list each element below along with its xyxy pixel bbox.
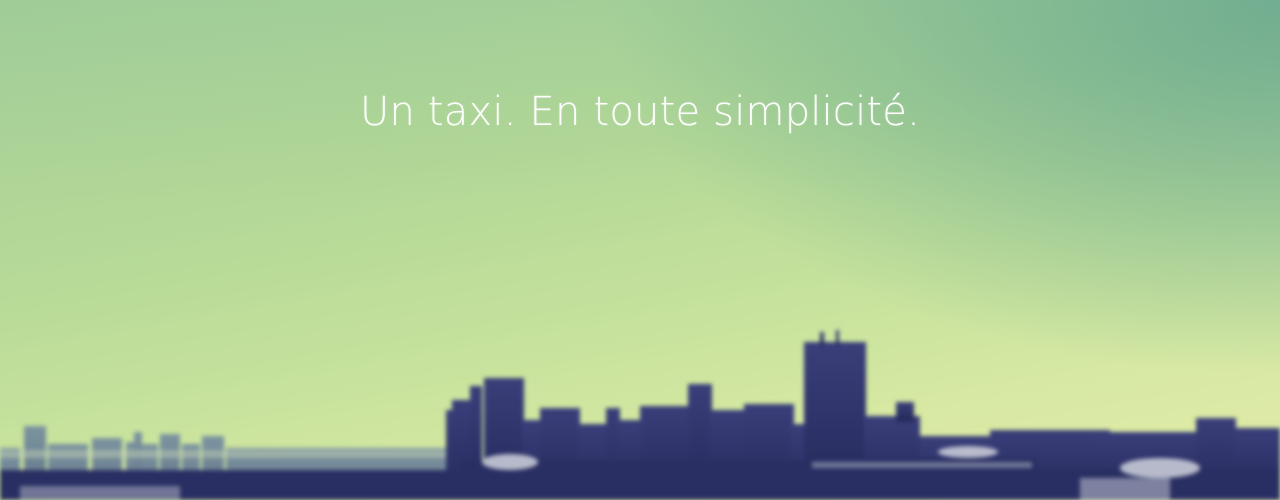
hero-tagline: Un taxi. En toute simplicité.: [359, 88, 921, 135]
hero-banner: Un taxi. En toute simplicité.: [0, 0, 1280, 500]
city-skyline-image: [0, 330, 1280, 500]
